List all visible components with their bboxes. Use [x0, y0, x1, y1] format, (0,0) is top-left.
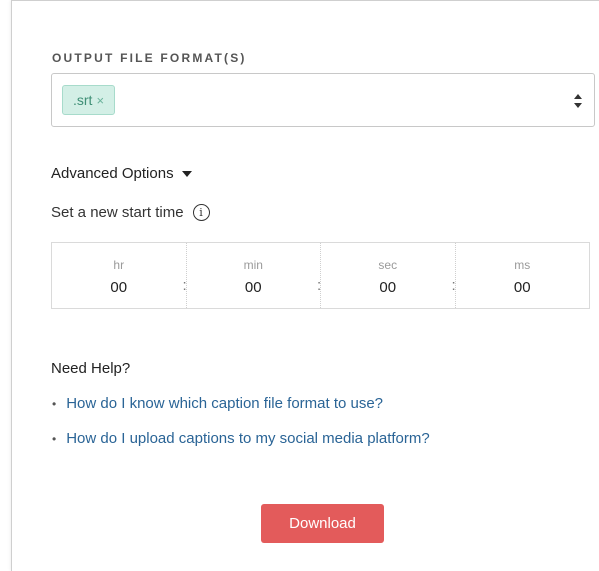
time-field-sec[interactable]: : sec 00	[317, 243, 455, 308]
time-unit-min: min	[243, 258, 263, 272]
time-unit-sec: sec	[378, 258, 398, 272]
time-field-min[interactable]: : min 00	[183, 243, 321, 308]
format-tag-label: .srt	[73, 92, 93, 108]
info-icon[interactable]: i	[192, 204, 210, 221]
time-value-hr[interactable]: 00	[52, 279, 186, 296]
help-link-format[interactable]: How do I know which caption file format …	[66, 395, 383, 412]
output-format-select[interactable]: .srt ×	[51, 73, 595, 127]
time-unit-ms: ms	[514, 258, 531, 272]
time-unit-hr: hr	[113, 258, 125, 272]
advanced-options-label: Advanced Options	[51, 165, 174, 182]
time-value-min[interactable]: 00	[187, 279, 321, 296]
download-button[interactable]: Download	[261, 504, 384, 543]
time-value-sec[interactable]: 00	[321, 279, 455, 296]
help-list-item: • How do I know which caption file forma…	[52, 395, 383, 412]
remove-tag-icon[interactable]: ×	[96, 93, 104, 108]
bullet: •	[52, 431, 57, 446]
output-format-label: OUTPUT FILE FORMAT(S)	[52, 51, 247, 65]
need-help-heading: Need Help?	[51, 360, 131, 377]
start-time-input: hr 00 : min 00 : sec 00 : ms 00	[51, 242, 590, 309]
download-panel: OUTPUT FILE FORMAT(S) .srt × Advanced Op…	[11, 0, 599, 571]
help-link-upload[interactable]: How do I upload captions to my social me…	[66, 430, 430, 447]
select-updown-icon[interactable]	[573, 91, 583, 111]
start-time-label: Set a new start time	[51, 204, 184, 221]
advanced-options-toggle[interactable]: Advanced Options	[51, 165, 192, 182]
bullet: •	[52, 396, 57, 411]
caret-down-icon	[181, 171, 192, 177]
help-list-item: • How do I upload captions to my social …	[52, 430, 430, 447]
time-field-hr[interactable]: hr 00	[52, 243, 186, 308]
time-value-ms[interactable]: 00	[456, 279, 590, 296]
time-field-ms[interactable]: : ms 00	[452, 243, 590, 308]
format-tag-srt: .srt ×	[62, 85, 116, 115]
start-time-row: Set a new start time i	[51, 204, 210, 221]
